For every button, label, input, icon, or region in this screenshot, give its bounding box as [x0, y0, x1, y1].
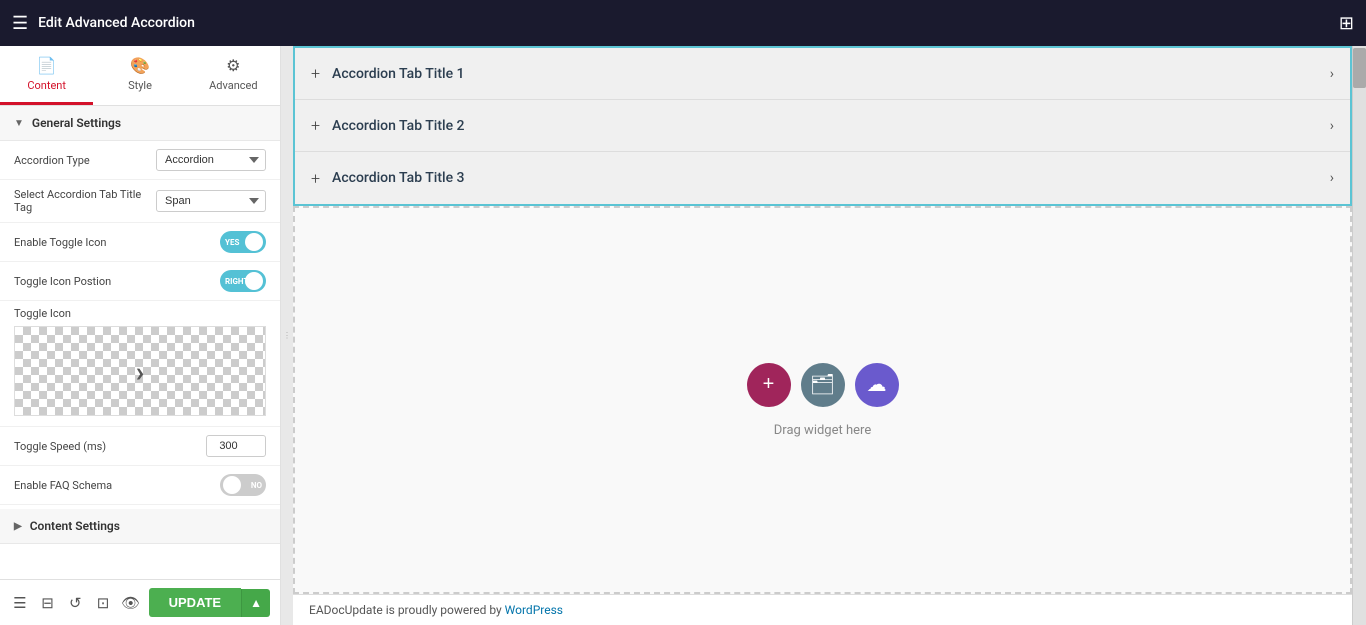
redo-btn[interactable]: ⊡: [93, 589, 113, 617]
layers-btn[interactable]: ⊟: [38, 589, 58, 617]
accordion-type-control[interactable]: Accordion Toggle: [156, 149, 266, 171]
enable-faq-schema-control[interactable]: NO: [220, 474, 266, 496]
enable-faq-schema-switch[interactable]: NO: [220, 474, 266, 496]
accordion-item-2[interactable]: + Accordion Tab Title 2 ›: [295, 100, 1350, 152]
toggle-icon-position-label: Toggle Icon Postion: [14, 275, 212, 288]
toggle-speed-control[interactable]: [206, 435, 266, 457]
canvas-area: + Accordion Tab Title 1 › + Accordion Ta…: [293, 46, 1352, 625]
enable-faq-schema-row: Enable FAQ Schema NO: [0, 466, 280, 505]
accordion-type-label: Accordion Type: [14, 154, 148, 167]
footer-bar: EADocUpdate is proudly powered by WordPr…: [293, 594, 1352, 625]
enable-toggle-icon-label: Enable Toggle Icon: [14, 236, 212, 249]
accordion-chevron-icon-1: ›: [1330, 66, 1334, 82]
tab-content[interactable]: 📄 Content: [0, 46, 93, 105]
content-settings-header[interactable]: ▶ Content Settings: [0, 509, 280, 544]
toggle-icon-position-row: Toggle Icon Postion RIGHT: [0, 262, 280, 301]
enable-toggle-icon-switch[interactable]: YES: [220, 231, 266, 253]
accordion-title-2: Accordion Tab Title 2: [332, 118, 1330, 134]
toggle-position-knob: [245, 272, 263, 290]
tabs-row: 📄 Content 🎨 Style ⚙ Advanced: [0, 46, 280, 106]
tab-style[interactable]: 🎨 Style: [93, 46, 186, 105]
undo-btn[interactable]: ↺: [65, 589, 85, 617]
page-title: Edit Advanced Accordion: [38, 15, 1329, 31]
toggle-icon-position-switch[interactable]: RIGHT: [220, 270, 266, 292]
toggle-speed-input[interactable]: [206, 435, 266, 457]
drag-widget-text: Drag widget here: [774, 423, 871, 438]
drag-widget-area: + 🗂 ☁ Drag widget here: [293, 206, 1352, 594]
menu-icon[interactable]: ☰: [12, 13, 28, 34]
tab-advanced[interactable]: ⚙ Advanced: [187, 46, 280, 105]
enable-toggle-icon-row: Enable Toggle Icon YES: [0, 223, 280, 262]
general-settings-header[interactable]: ▼ General Settings: [0, 106, 280, 141]
tab-title-tag-label: Select Accordion Tab Title Tag: [14, 188, 148, 214]
right-scrollbar[interactable]: [1352, 46, 1366, 625]
preview-btn[interactable]: 👁: [121, 589, 141, 617]
update-btn-group: UPDATE ▲: [149, 588, 270, 617]
footer-text: EADocUpdate is proudly powered by: [309, 603, 505, 617]
hamburger-btn[interactable]: ☰: [10, 589, 30, 617]
tab-title-tag-select[interactable]: Span Div H1 H2: [156, 190, 266, 212]
toggle-icon-preview-box[interactable]: ›: [14, 326, 266, 416]
update-dropdown-button[interactable]: ▲: [241, 589, 270, 617]
accordion-widget: + Accordion Tab Title 1 › + Accordion Ta…: [293, 46, 1352, 206]
style-tab-icon: 🎨: [130, 56, 150, 75]
left-panel: 📄 Content 🎨 Style ⚙ Advanced ▼ General S…: [0, 46, 281, 625]
scrollbar-thumb[interactable]: [1353, 48, 1366, 88]
content-tab-icon: 📄: [37, 56, 57, 75]
toggle-yes-label: YES: [225, 238, 239, 247]
drag-buttons-row: + 🗂 ☁: [747, 363, 899, 407]
tab-title-tag-row: Select Accordion Tab Title Tag Span Div …: [0, 180, 280, 223]
enable-faq-schema-label: Enable FAQ Schema: [14, 479, 212, 492]
toggle-speed-label: Toggle Speed (ms): [14, 440, 198, 453]
toggle-speed-row: Toggle Speed (ms): [0, 427, 280, 466]
section-arrow-icon: ▼: [14, 118, 24, 129]
toggle-icon-label: Toggle Icon: [14, 307, 266, 320]
advanced-tab-icon: ⚙: [226, 56, 240, 75]
general-settings-label: General Settings: [32, 116, 121, 130]
accordion-plus-icon-3: +: [311, 169, 320, 188]
panel-content: ▼ General Settings Accordion Type Accord…: [0, 106, 280, 579]
browse-templates-button[interactable]: 🗂: [801, 363, 845, 407]
add-widget-button[interactable]: +: [747, 363, 791, 407]
toggle-icon-position-control[interactable]: RIGHT: [220, 270, 266, 292]
enable-toggle-icon-control[interactable]: YES: [220, 231, 266, 253]
tab-advanced-label: Advanced: [209, 79, 257, 92]
toggle-knob: [245, 233, 263, 251]
faq-toggle-knob: [223, 476, 241, 494]
toggle-no-label: NO: [251, 481, 262, 490]
update-button[interactable]: UPDATE: [149, 588, 241, 617]
accordion-chevron-icon-2: ›: [1330, 118, 1334, 134]
accordion-item-1[interactable]: + Accordion Tab Title 1 ›: [295, 48, 1350, 100]
accordion-plus-icon-1: +: [311, 64, 320, 83]
main-layout: 📄 Content 🎨 Style ⚙ Advanced ▼ General S…: [0, 46, 1366, 625]
cloud-templates-button[interactable]: ☁: [855, 363, 899, 407]
accordion-title-1: Accordion Tab Title 1: [332, 66, 1330, 82]
wordpress-link[interactable]: WordPress: [505, 603, 563, 617]
toggle-icon-container: Toggle Icon ›: [0, 301, 280, 427]
accordion-type-select[interactable]: Accordion Toggle: [156, 149, 266, 171]
tab-title-tag-control[interactable]: Span Div H1 H2: [156, 190, 266, 212]
grid-icon[interactable]: ⊞: [1339, 13, 1354, 34]
tab-content-label: Content: [27, 79, 66, 92]
accordion-type-row: Accordion Type Accordion Toggle: [0, 141, 280, 180]
content-settings-label: Content Settings: [30, 519, 120, 533]
accordion-item-3[interactable]: + Accordion Tab Title 3 ›: [295, 152, 1350, 204]
top-bar: ☰ Edit Advanced Accordion ⊞: [0, 0, 1366, 46]
content-section-arrow-icon: ▶: [14, 521, 22, 532]
accordion-chevron-icon-3: ›: [1330, 170, 1334, 186]
tab-style-label: Style: [128, 79, 152, 92]
bottom-toolbar: ☰ ⊟ ↺ ⊡ 👁 UPDATE ▲: [0, 579, 280, 625]
accordion-title-3: Accordion Tab Title 3: [332, 170, 1330, 186]
resizer-handle-icon: ⋮: [283, 331, 291, 340]
toggle-icon-chevron: ›: [136, 355, 144, 388]
panel-resizer[interactable]: ⋮: [281, 46, 293, 625]
accordion-plus-icon-2: +: [311, 116, 320, 135]
